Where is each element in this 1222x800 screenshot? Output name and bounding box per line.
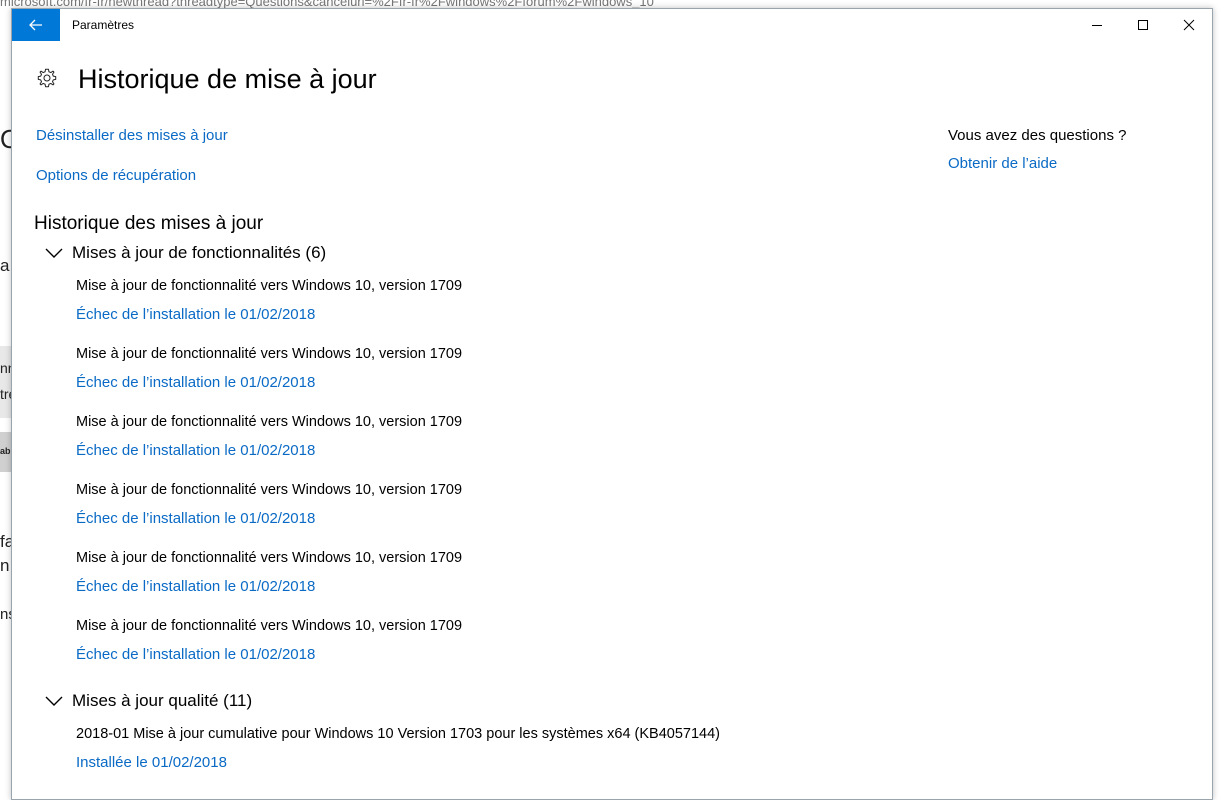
feature-updates-group-label: Mises à jour de fonctionnalités (6) [72,243,327,262]
history-section-title: Historique des mises à jour [34,213,264,234]
close-button[interactable] [1166,9,1212,41]
title-bar: Paramètres [12,9,1212,41]
feature-updates-group-toggle[interactable]: Mises à jour de fonctionnalités (6) [44,243,326,263]
update-status-link[interactable]: Échec de l’installation le 01/02/2018 [76,510,315,527]
update-status-link[interactable]: Échec de l’installation le 01/02/2018 [76,646,315,663]
window-title: Paramètres [72,18,135,32]
background-text-fragment: a [0,256,10,275]
update-status-link[interactable]: Échec de l’installation le 01/02/2018 [76,374,315,391]
settings-window: Paramètres Historique de mise à jour Dés… [11,8,1213,800]
update-name: Mise à jour de fonctionnalité vers Windo… [76,346,463,362]
update-entry: Mise à jour de fonctionnalité vers Windo… [76,414,463,459]
update-name: 2018-01 Mise à jour cumulative pour Wind… [76,726,720,742]
minimize-button[interactable] [1074,9,1120,41]
recovery-options-link[interactable]: Options de récupération [36,167,196,184]
questions-heading: Vous avez des questions ? [948,127,1127,144]
quality-updates-group-toggle[interactable]: Mises à jour qualité (11) [44,691,252,711]
minimize-icon [1092,25,1102,26]
chevron-down-icon [45,248,63,258]
update-name: Mise à jour de fonctionnalité vers Windo… [76,618,463,634]
background-text-fragment: ab [0,446,11,456]
quality-updates-group-label: Mises à jour qualité (11) [72,691,253,710]
update-entry: Mise à jour de fonctionnalité vers Windo… [76,482,463,527]
update-entry: Mise à jour de fonctionnalité vers Windo… [76,618,463,663]
update-entry: 2018-01 Mise à jour cumulative pour Wind… [76,726,720,771]
chevron-down-icon [45,696,63,706]
maximize-icon [1138,20,1148,30]
page-title: Historique de mise à jour [78,64,377,94]
update-name: Mise à jour de fonctionnalité vers Windo… [76,482,463,498]
update-status-link[interactable]: Échec de l’installation le 01/02/2018 [76,442,315,459]
page-header: Historique de mise à jour [36,64,377,94]
update-status-link[interactable]: Installée le 01/02/2018 [76,754,227,771]
uninstall-updates-link[interactable]: Désinstaller des mises à jour [36,127,228,144]
background-text-fragment: n [0,556,10,575]
back-arrow-icon [29,19,42,31]
update-entry: Mise à jour de fonctionnalité vers Windo… [76,346,463,391]
update-status-link[interactable]: Échec de l’installation le 01/02/2018 [76,578,315,595]
update-entry: Mise à jour de fonctionnalité vers Windo… [76,278,463,323]
update-entry: Mise à jour de fonctionnalité vers Windo… [76,550,463,595]
update-name: Mise à jour de fonctionnalité vers Windo… [76,414,463,430]
update-status-link[interactable]: Échec de l’installation le 01/02/2018 [76,306,315,323]
close-icon [1183,19,1195,31]
gear-icon [37,68,57,88]
maximize-button[interactable] [1120,9,1166,41]
get-help-link[interactable]: Obtenir de l’aide [948,155,1057,172]
update-name: Mise à jour de fonctionnalité vers Windo… [76,278,463,294]
update-name: Mise à jour de fonctionnalité vers Windo… [76,550,463,566]
back-button[interactable] [12,9,60,41]
help-sidebar: Vous avez des questions ? Obtenir de l’a… [948,127,1127,172]
